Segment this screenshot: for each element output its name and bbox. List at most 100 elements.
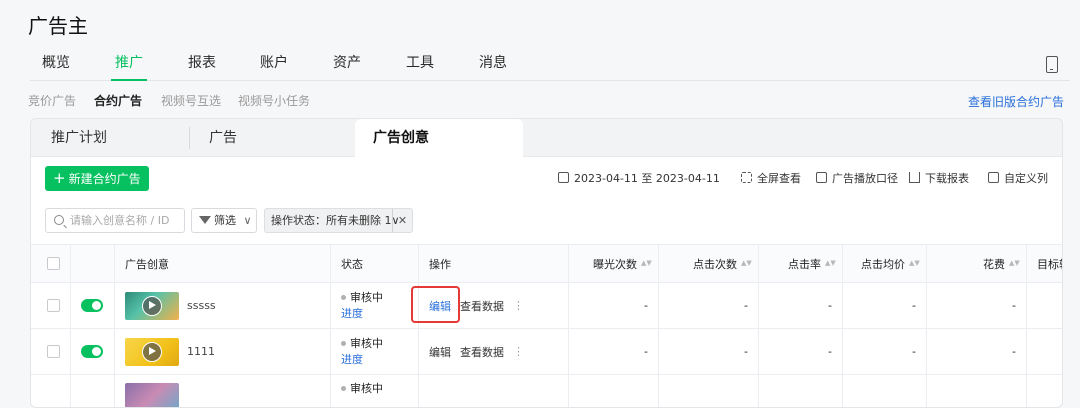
- select-all-checkbox[interactable]: [47, 257, 60, 270]
- funnel-icon: [199, 216, 211, 224]
- tab-ad-creative[interactable]: 广告创意: [355, 119, 523, 157]
- download-label: 下载报表: [925, 172, 969, 185]
- target-conversion-value: [1027, 375, 1062, 407]
- status-dot-icon: [341, 340, 346, 346]
- row-select: [31, 375, 71, 407]
- new-button-label: 新建合约广告: [68, 172, 141, 186]
- progress-link[interactable]: 进度: [341, 352, 383, 368]
- col-header-status: 状态: [331, 245, 419, 282]
- subnav-channels-mutual-selection[interactable]: 视频号互选: [161, 92, 221, 109]
- tab-tools[interactable]: 工具: [406, 52, 434, 81]
- row-select: [31, 329, 71, 374]
- cost-value: [927, 375, 1027, 407]
- impressions-value: [569, 375, 659, 407]
- delivery-caliber-button[interactable]: 广告播放口径: [816, 170, 898, 186]
- subnav-channels-small-tasks[interactable]: 视频号小任务: [238, 92, 310, 109]
- tab-reports[interactable]: 报表: [188, 52, 216, 81]
- more-icon[interactable]: ⋮: [513, 345, 524, 358]
- clicks-value: -: [659, 283, 759, 328]
- search-input[interactable]: 请输入创意名称 / ID: [45, 208, 185, 233]
- header-select-all[interactable]: [31, 245, 71, 282]
- filter-button[interactable]: 筛选 ∨: [191, 208, 257, 233]
- cpc-label: 点击均价: [861, 257, 905, 271]
- col-header-target-conversion: 目标转: [1037, 257, 1062, 271]
- view-data-button[interactable]: 查看数据: [460, 298, 504, 314]
- creative-thumbnail[interactable]: [125, 291, 179, 320]
- cost-value: -: [927, 329, 1027, 374]
- delivery-caliber-label: 广告播放口径: [832, 172, 898, 185]
- creative-thumbnail[interactable]: [125, 383, 179, 407]
- filter-label: 筛选: [214, 214, 236, 227]
- creative-cell: sssss: [115, 283, 331, 328]
- cpc-value: -: [843, 283, 927, 328]
- more-icon[interactable]: ⋮: [513, 299, 524, 312]
- table-row: 1111 审核中 进度 编辑 查看数据 ⋮ - - - - -: [31, 329, 1062, 375]
- play-icon: [142, 341, 162, 362]
- status-cell: 审核中 进度: [331, 283, 419, 328]
- enable-toggle[interactable]: [81, 299, 103, 312]
- target-conversion-value: [1027, 283, 1062, 328]
- close-icon[interactable]: ✕: [392, 209, 412, 232]
- level-tabs: 推广计划 广告 广告创意: [31, 119, 1062, 157]
- row-checkbox[interactable]: [47, 345, 60, 358]
- tab-overview[interactable]: 概览: [42, 52, 70, 81]
- tab-campaign-plan[interactable]: 推广计划: [51, 119, 107, 157]
- play-icon: [142, 295, 162, 316]
- status-chip-label: 操作状态：所有未删除 1∨: [271, 214, 400, 227]
- fullscreen-button[interactable]: 全屏查看: [741, 170, 801, 186]
- search-placeholder: 请输入创意名称 / ID: [70, 214, 170, 227]
- tab-messages[interactable]: 消息: [479, 52, 507, 81]
- col-header-ctr[interactable]: 点击率 ▲▼: [759, 245, 843, 282]
- impressions-value: -: [569, 283, 659, 328]
- col-header-cost[interactable]: 花费 ▲▼: [927, 245, 1027, 282]
- col-header-clicks[interactable]: 点击次数 ▲▼: [659, 245, 759, 282]
- status-text: 审核中: [341, 381, 383, 397]
- tab-divider: [189, 127, 190, 149]
- subnav-bidding-ads[interactable]: 竞价广告: [28, 92, 76, 109]
- date-range-picker[interactable]: 2023-04-11 至 2023-04-11: [558, 170, 720, 186]
- creative-thumbnail[interactable]: [125, 337, 179, 366]
- col-header-impressions[interactable]: 曝光次数 ▲▼: [569, 245, 659, 282]
- impressions-value: -: [569, 329, 659, 374]
- ctr-value: -: [759, 329, 843, 374]
- fullscreen-icon: [741, 172, 752, 183]
- main-nav: 概览 推广 报表 账户 资产 工具 消息: [30, 52, 1070, 81]
- status-filter-chip[interactable]: 操作状态：所有未删除 1∨ ✕: [264, 208, 413, 233]
- view-data-button[interactable]: 查看数据: [460, 344, 504, 360]
- bar-chart-icon: [816, 172, 827, 183]
- tab-promotion[interactable]: 推广: [111, 52, 147, 81]
- sort-icon: ▲▼: [741, 259, 752, 267]
- table-row: 审核中: [31, 375, 1062, 407]
- clicks-label: 点击次数: [693, 257, 737, 271]
- tab-ads[interactable]: 广告: [209, 119, 237, 157]
- download-report-button[interactable]: 下载报表: [909, 170, 969, 186]
- plus-icon: +: [53, 169, 66, 187]
- custom-columns-button[interactable]: 自定义列: [988, 170, 1048, 186]
- old-version-link[interactable]: 查看旧版合约广告: [968, 93, 1064, 110]
- custom-columns-label: 自定义列: [1004, 172, 1048, 185]
- mobile-device-icon[interactable]: [1046, 56, 1058, 73]
- tab-account[interactable]: 账户: [260, 52, 288, 81]
- cost-label: 花费: [983, 257, 1005, 271]
- col-header-cpc[interactable]: 点击均价 ▲▼: [843, 245, 927, 282]
- row-checkbox[interactable]: [47, 299, 60, 312]
- edit-highlight-box: [411, 286, 460, 323]
- enable-toggle[interactable]: [81, 345, 103, 358]
- impressions-label: 曝光次数: [593, 257, 637, 271]
- table-row: sssss 审核中 进度 编辑 查看数据 ⋮ - - - - -: [31, 283, 1062, 329]
- actions-cell: [419, 375, 569, 407]
- calendar-icon: [558, 172, 569, 183]
- progress-link[interactable]: 进度: [341, 306, 383, 322]
- creative-cell: [115, 375, 331, 407]
- clicks-value: [659, 375, 759, 407]
- columns-icon: [988, 172, 999, 183]
- new-contract-ad-button[interactable]: + 新建合约广告: [45, 166, 149, 191]
- tab-assets[interactable]: 资产: [333, 52, 361, 81]
- table-header: 广告创意 状态 操作 曝光次数 ▲▼ 点击次数 ▲▼ 点击率 ▲▼ 点击均价 ▲▼ 花费…: [31, 244, 1062, 283]
- subnav-contract-ads[interactable]: 合约广告: [94, 92, 142, 109]
- download-icon: [909, 172, 920, 183]
- row-switch-cell: [71, 375, 115, 407]
- toolbar-right: 2023-04-11 至 2023-04-11 全屏查看 广告播放口径 下载报表…: [558, 170, 1048, 188]
- edit-button[interactable]: 编辑: [429, 344, 451, 360]
- fullscreen-label: 全屏查看: [757, 172, 801, 185]
